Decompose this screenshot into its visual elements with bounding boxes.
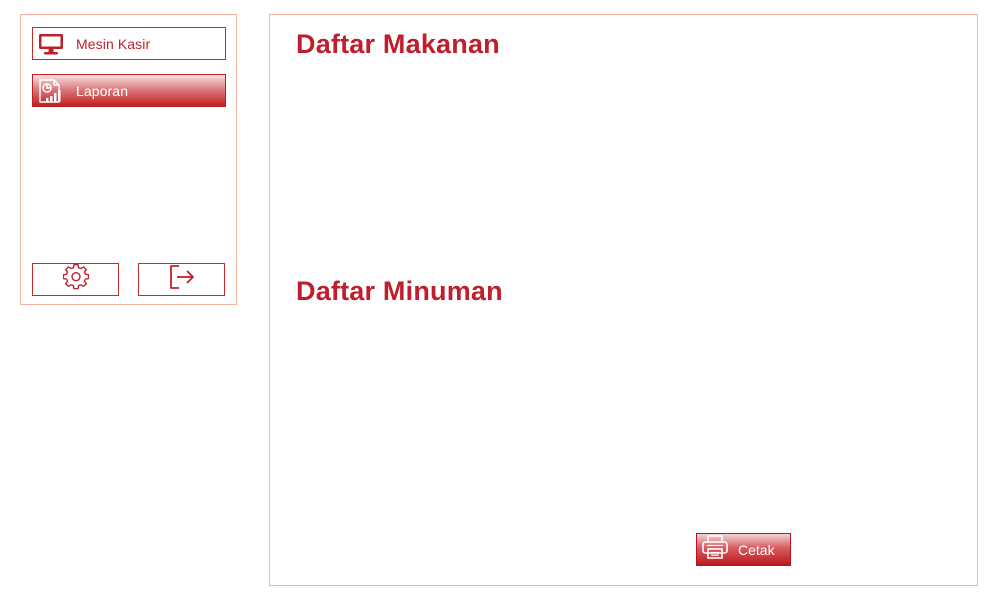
printer-icon [701,534,729,565]
print-button[interactable]: Cetak [696,533,791,566]
logout-button[interactable] [138,263,225,296]
sidebar-item-label: Mesin Kasir [76,35,151,52]
monitor-icon [38,32,64,56]
main-panel: Daftar Makanan Daftar Minuman Cetak [269,14,978,586]
food-list-title: Daftar Makanan [296,29,500,59]
drink-list-title: Daftar Minuman [296,276,503,306]
sidebar-item-label: Laporan [76,82,129,99]
settings-button[interactable] [32,263,119,296]
print-button-label: Cetak [738,541,775,558]
gear-icon [62,264,89,295]
logout-icon [168,264,196,295]
sidebar: Mesin Kasir Laporan [20,14,237,305]
sidebar-item-mesin-kasir[interactable]: Mesin Kasir [32,27,226,60]
report-chart-icon [38,78,64,104]
sidebar-item-laporan[interactable]: Laporan [32,74,226,107]
